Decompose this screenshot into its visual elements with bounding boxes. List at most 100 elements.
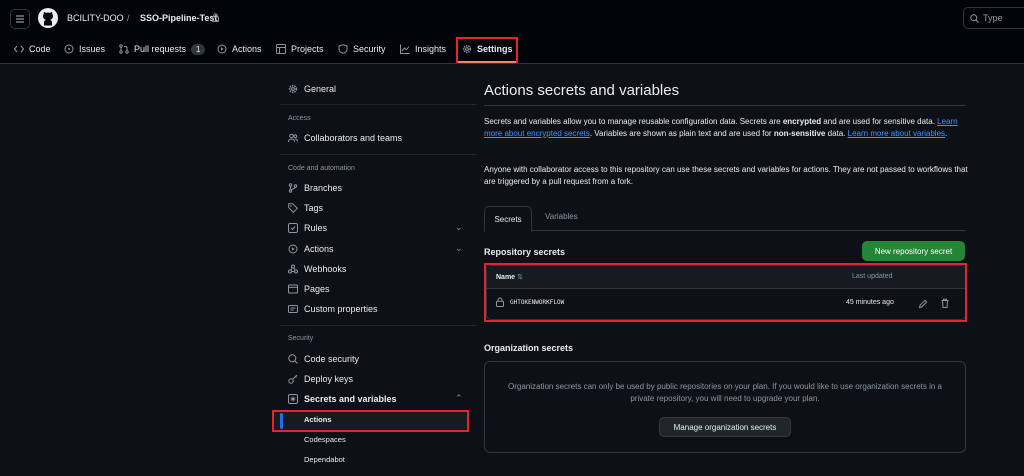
gear-icon xyxy=(288,84,298,94)
tab-security[interactable]: Security xyxy=(338,40,386,58)
key-icon xyxy=(288,374,298,384)
repository-secrets-highlight xyxy=(484,263,967,322)
hamburger-icon xyxy=(16,15,24,23)
tab-actions[interactable]: Actions xyxy=(217,40,262,58)
breadcrumb-separator: / xyxy=(127,13,130,23)
sidebar-item-label: Actions xyxy=(304,244,334,254)
tab-label: Insights xyxy=(415,44,447,54)
tab-issues[interactable]: Issues xyxy=(64,40,105,58)
sidebar-subitem-codespaces[interactable]: Codespaces xyxy=(304,435,346,444)
description-bold: encrypted xyxy=(782,117,822,126)
sidebar-item-branches[interactable]: Branches xyxy=(288,181,342,195)
sidebar-divider xyxy=(280,154,476,155)
sidebar-heading-access: Access xyxy=(288,115,311,122)
description-text: . Variables are shown as plain text and … xyxy=(589,129,774,138)
people-icon xyxy=(288,133,298,143)
description-text: data. xyxy=(825,129,848,138)
new-repository-secret-button[interactable]: New repository secret xyxy=(862,241,965,261)
sidebar-item-pages[interactable]: Pages xyxy=(288,282,330,296)
tab-label: Actions xyxy=(232,44,262,54)
tab-pull-requests[interactable]: Pull requests 1 xyxy=(119,40,206,58)
collaborator-note: Anyone with collaborator access to this … xyxy=(484,165,968,186)
sidebar-item-label: Pages xyxy=(304,284,330,294)
sidebar-item-label: Tags xyxy=(304,203,324,213)
codescan-icon xyxy=(288,354,298,364)
sidebar-item-tags[interactable]: Tags xyxy=(288,201,323,215)
sidebar-item-custom-properties[interactable]: Custom properties xyxy=(288,302,378,316)
manage-organization-secrets-button[interactable]: Manage organization secrets xyxy=(659,417,791,437)
sidebar-item-webhooks[interactable]: Webhooks xyxy=(288,262,346,276)
description-bold: non-sensitive xyxy=(773,129,826,138)
table-icon xyxy=(276,44,286,54)
breadcrumb-repo[interactable]: SSO-Pipeline-Test xyxy=(140,13,217,23)
tab-insights[interactable]: Insights xyxy=(400,40,446,58)
sidebar-heading-security: Security xyxy=(288,335,314,342)
sidebar-item-label: Deploy keys xyxy=(304,374,354,384)
note-icon xyxy=(288,305,298,313)
asterisk-box-icon xyxy=(288,394,298,404)
webhook-icon xyxy=(288,264,298,274)
sidebar-item-label: Rules xyxy=(304,223,328,233)
code-icon xyxy=(14,45,24,53)
play-circle-icon xyxy=(217,44,227,54)
repository-secrets-heading: Repository secrets xyxy=(484,247,566,257)
browser-icon xyxy=(288,284,298,294)
sidebar-item-rules[interactable]: Rules xyxy=(288,221,327,235)
organization-secrets-heading: Organization secrets xyxy=(484,343,574,353)
title-divider xyxy=(484,105,966,106)
tab-code[interactable]: Code xyxy=(14,40,51,58)
chevron-down-icon[interactable]: ⌄ xyxy=(455,243,463,254)
search-placeholder: Type xyxy=(983,13,1003,23)
breadcrumb-owner[interactable]: BCILITY-DOO xyxy=(67,13,124,23)
active-indicator xyxy=(280,413,283,429)
sidebar-heading-code-automation: Code and automation xyxy=(288,165,355,172)
tab-label: Secrets xyxy=(494,214,522,224)
description-text: . xyxy=(945,129,948,138)
sidebar-item-label: Secrets and variables xyxy=(304,394,397,404)
learn-more-variables-link[interactable]: Learn more about variables xyxy=(848,129,945,138)
tab-label: Security xyxy=(353,44,386,54)
chevron-up-icon[interactable]: ⌃ xyxy=(455,393,463,404)
sidebar-item-collaborators[interactable]: Collaborators and teams xyxy=(288,131,402,145)
page-title: Actions secrets and variables xyxy=(484,82,680,99)
pull-request-count-badge: 1 xyxy=(191,43,206,55)
issue-icon xyxy=(64,44,74,54)
sidebar-divider xyxy=(280,104,476,105)
tab-label: Issues xyxy=(79,44,106,54)
chevron-down-icon[interactable]: ⌄ xyxy=(455,222,463,233)
tab-settings[interactable]: Settings xyxy=(462,40,513,58)
sidebar-item-code-security[interactable]: Code security xyxy=(288,352,359,366)
organization-secrets-box xyxy=(484,361,966,453)
sidebar-divider xyxy=(280,325,476,326)
tag-icon xyxy=(288,203,298,213)
tab-variables[interactable]: Variables xyxy=(545,212,578,221)
play-circle-icon xyxy=(288,244,298,254)
sidebar-item-label: Code security xyxy=(304,354,360,364)
sidebar-item-deploy-keys[interactable]: Deploy keys xyxy=(288,372,353,386)
organization-secrets-message: Organization secrets can only be used by… xyxy=(507,382,943,403)
private-lock-icon xyxy=(212,13,219,22)
sidebar-subitem-actions[interactable]: Actions xyxy=(304,415,332,424)
tab-label: Code xyxy=(29,44,51,54)
sidebar-item-general[interactable]: General xyxy=(288,82,336,96)
description-text: Secrets and variables allow you to manag… xyxy=(484,117,783,126)
tab-label: Pull requests xyxy=(134,44,187,54)
github-logo-icon[interactable] xyxy=(38,8,58,28)
search-icon xyxy=(970,13,979,23)
branch-icon xyxy=(288,183,298,193)
button-label: Manage organization secrets xyxy=(673,422,777,432)
sidebar-item-label: General xyxy=(304,84,337,94)
description-paragraph: Secrets and variables allow you to manag… xyxy=(484,116,968,140)
sidebar-item-label: Custom properties xyxy=(304,304,378,314)
sidebar-item-secrets-and-variables[interactable]: Secrets and variables xyxy=(288,392,397,406)
pull-request-icon xyxy=(119,44,129,54)
sidebar-subitem-dependabot[interactable]: Dependabot xyxy=(304,455,345,464)
button-label: New repository secret xyxy=(874,246,953,256)
menu-button[interactable] xyxy=(10,9,30,29)
gear-icon xyxy=(462,44,472,54)
tab-secrets[interactable]: Secrets xyxy=(484,206,532,232)
sidebar-item-label: Collaborators and teams xyxy=(304,133,403,143)
tab-projects[interactable]: Projects xyxy=(276,40,324,58)
search-input[interactable]: Type xyxy=(963,7,1024,29)
sidebar-item-actions[interactable]: Actions xyxy=(288,242,334,256)
